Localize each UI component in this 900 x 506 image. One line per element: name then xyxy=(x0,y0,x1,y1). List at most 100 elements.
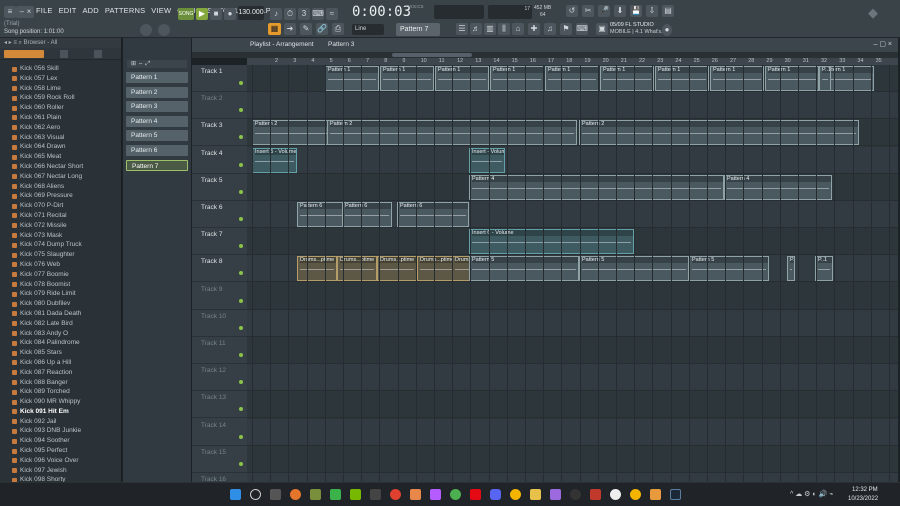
pattern-item[interactable]: Pattern 6 xyxy=(126,145,188,156)
browser-item[interactable]: Kick 093 DNB Junkie xyxy=(0,426,121,436)
playlist-grid[interactable]: Pattern 1 Pattern 1 Pattern 1 Pattern 1 Patt… xyxy=(247,65,898,482)
pattern-item[interactable]: Pattern 2 xyxy=(126,86,188,98)
playlist-clip[interactable]: Pattern 6 xyxy=(342,202,392,227)
start-icon[interactable] xyxy=(230,489,241,500)
netflix-icon[interactable] xyxy=(470,489,481,500)
cut-icon[interactable]: ✂ xyxy=(582,5,594,17)
opera-icon[interactable] xyxy=(390,489,401,500)
blend-notes-icon[interactable]: ≈ xyxy=(326,8,338,20)
track-header[interactable]: Track 11 xyxy=(192,337,247,364)
browser-back-icon[interactable]: ◂ ▸ ≡ ⌕ xyxy=(4,40,24,46)
browser-item[interactable]: Kick 071 Recital xyxy=(0,211,121,221)
mixer-icon[interactable]: ⫼ xyxy=(498,23,510,35)
track-mute-dot[interactable] xyxy=(239,353,243,357)
browser-item[interactable]: Kick 096 Voice Over xyxy=(0,456,121,466)
browser-item[interactable]: Kick 084 Palindrome xyxy=(0,338,121,348)
playlist-clip[interactable]: Pattern 1 xyxy=(600,66,654,91)
browser-item[interactable]: Kick 095 Perfect xyxy=(0,446,121,456)
browser-title[interactable]: Browser - All xyxy=(24,40,58,46)
track-row[interactable] xyxy=(247,146,898,174)
browser-item[interactable]: Kick 081 Dada Death xyxy=(0,309,121,319)
browser-item[interactable]: Kick 074 Dump Truck xyxy=(0,240,121,250)
playlist-clip[interactable]: Insert 6 - Volume xyxy=(469,229,634,255)
menu-edit[interactable]: EDIT xyxy=(59,6,77,15)
search-icon[interactable] xyxy=(250,489,261,500)
main-pitch-knob[interactable] xyxy=(158,24,170,36)
track-header[interactable]: Track 6 xyxy=(192,201,247,228)
browser-item[interactable]: Kick 089 Torched xyxy=(0,387,121,397)
track-header[interactable]: Track 14 xyxy=(192,419,247,446)
track-mute-dot[interactable] xyxy=(239,162,243,167)
terminal-icon[interactable] xyxy=(370,489,381,500)
playlist-clip[interactable]: Pattern 1 xyxy=(765,66,819,91)
app-icon-white[interactable] xyxy=(610,489,621,500)
app-icon-purple[interactable] xyxy=(430,489,441,500)
browser-item[interactable]: Kick 086 Up a Hill xyxy=(0,358,121,368)
undo-icon[interactable]: ↺ xyxy=(566,5,578,17)
browser-item[interactable]: Kick 092 Jail xyxy=(0,417,121,427)
track-mute-dot[interactable] xyxy=(239,108,243,113)
track-mute-dot[interactable] xyxy=(239,217,243,221)
track-header[interactable]: Track 8 xyxy=(192,255,247,283)
playlist-clip[interactable]: Pattern 1 xyxy=(710,66,764,91)
playlist-icon[interactable]: ☰ xyxy=(456,23,468,35)
clock-date[interactable]: 10/23/2022 xyxy=(848,496,878,502)
browser-tab-audio-icon[interactable] xyxy=(60,50,68,58)
browser-item[interactable]: Kick 080 Dubfilev xyxy=(0,299,121,309)
pattern-item[interactable]: Pattern 4 xyxy=(126,115,188,127)
track-mute-dot[interactable] xyxy=(239,81,243,85)
audio-icon[interactable]: ♫ xyxy=(544,23,556,35)
news-subtitle[interactable]: MOBILE | 4.1 What's... xyxy=(610,29,666,35)
browser-item[interactable]: Kick 097 Jewish xyxy=(0,466,121,476)
browser-item[interactable]: Kick 072 Missile xyxy=(0,221,121,231)
chrome-icon-2[interactable] xyxy=(630,489,641,500)
browser-item[interactable]: Kick 085 Stars xyxy=(0,348,121,358)
plugin-picker-icon[interactable]: ✚ xyxy=(528,23,540,35)
browser-item[interactable]: Kick 090 MR Whippy xyxy=(0,397,121,407)
track-header[interactable]: Track 4 xyxy=(192,147,247,174)
browser-item[interactable]: Kick 064 Drawn xyxy=(0,142,121,152)
track-row[interactable] xyxy=(247,391,898,419)
playlist-clip[interactable]: Pattern 5 xyxy=(689,256,769,282)
wait-input-icon[interactable]: ⏱ xyxy=(284,8,296,20)
browser-item[interactable]: Kick 088 Banger xyxy=(0,378,121,388)
pattern-mode-icon[interactable]: ▦ xyxy=(268,23,281,35)
track-mute-dot[interactable] xyxy=(239,434,243,439)
menu-patterns[interactable]: PATTERNS xyxy=(105,6,146,15)
browser-item[interactable]: Kick 073 Mask xyxy=(0,231,121,241)
snap-select[interactable]: Line xyxy=(352,24,384,35)
stop-button[interactable]: ■ xyxy=(210,8,222,20)
track-mute-dot[interactable] xyxy=(239,189,243,194)
browser-item[interactable]: Kick 062 Aero xyxy=(0,123,121,133)
headphones-icon[interactable] xyxy=(550,489,561,500)
playlist-clip[interactable]: Drums...ptime xyxy=(297,256,337,282)
playlist-clip[interactable]: P..1 xyxy=(815,256,833,282)
tool-stamp-icon[interactable]: ⎙ xyxy=(332,23,344,35)
chrome-icon[interactable] xyxy=(510,489,521,500)
track-row[interactable] xyxy=(247,364,898,392)
pattern-item[interactable]: Pattern 7 xyxy=(126,159,188,171)
track-row[interactable] xyxy=(247,309,898,337)
playlist-clip[interactable]: P..1 xyxy=(787,256,795,282)
tool-pencil-icon[interactable]: ✎ xyxy=(300,23,312,35)
menu-view[interactable]: VIEW xyxy=(151,6,171,15)
browser-item[interactable]: Kick 066 Nectar Short xyxy=(0,162,121,172)
menu-file[interactable]: FILE xyxy=(36,6,53,15)
browser-item[interactable]: Kick 083 Andy O xyxy=(0,329,121,339)
discord-icon[interactable] xyxy=(490,489,501,500)
playlist-clip[interactable]: Pattern 1 xyxy=(380,66,434,91)
track-header[interactable]: Track 3 xyxy=(192,119,247,147)
touch-keyboard-icon[interactable]: ⌨ xyxy=(576,23,588,35)
tool-arrow-icon[interactable]: ➜ xyxy=(284,23,296,35)
download-icon[interactable]: ⬇ xyxy=(614,5,626,17)
clock-time[interactable]: 12:32 PM xyxy=(852,487,878,493)
blender-icon[interactable] xyxy=(290,489,301,500)
playlist-clip[interactable]: Drums...ptime xyxy=(417,256,457,282)
browser-item[interactable]: Kick 094 Soother xyxy=(0,436,121,446)
file-explorer-icon[interactable] xyxy=(530,489,541,500)
tray-icons[interactable]: ^ ☁ ⚙ ◐ 🔊 ⌁ xyxy=(790,490,833,498)
browser-speaker-icon[interactable] xyxy=(94,50,102,58)
track-header[interactable]: Track 7 xyxy=(192,228,247,256)
close-icon[interactable]: × xyxy=(24,6,34,18)
window-menu-icon[interactable]: ≡ xyxy=(4,6,16,18)
